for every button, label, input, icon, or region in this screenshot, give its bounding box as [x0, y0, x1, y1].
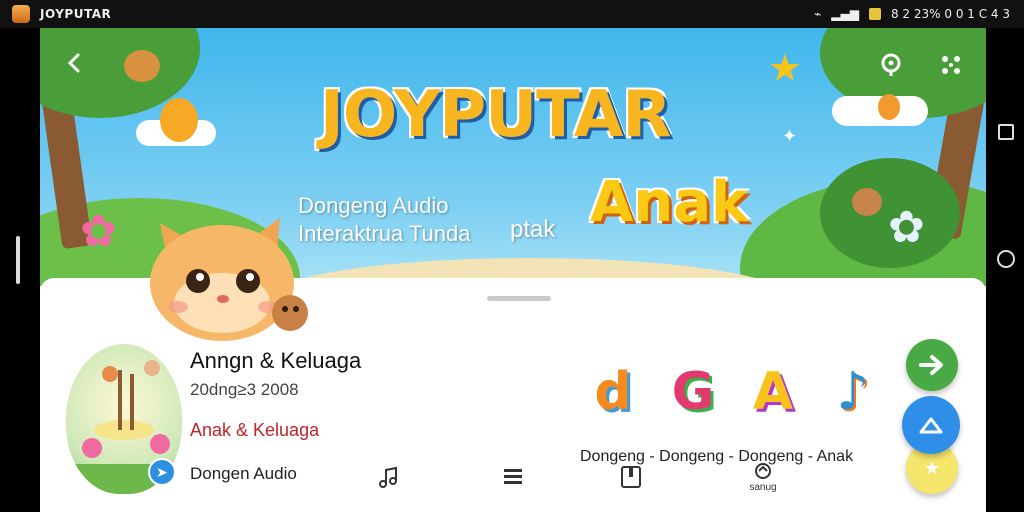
cat-mascot — [150, 218, 308, 341]
expand-fab[interactable] — [902, 396, 960, 454]
bluetooth-icon: ⌁ — [814, 7, 822, 21]
list-button[interactable] — [496, 460, 530, 494]
status-bar: JOYPUTAR ⌁ ▂▄▆ 8 2 23% 0 0 1 C 4 3 — [0, 0, 1024, 28]
play-badge-icon[interactable]: ➤ — [148, 458, 176, 486]
sparkle-icon: ✦ — [782, 126, 798, 146]
category-labels: Dongeng - Dongeng - Dongeng - Anak — [580, 448, 854, 465]
category-tile-1[interactable]: d — [580, 358, 646, 426]
book-icon — [621, 466, 641, 488]
flower-pink-icon: ✿ — [80, 207, 117, 256]
recents-button[interactable] — [998, 124, 1014, 140]
star-icon: ★ — [768, 48, 803, 90]
story-category[interactable]: Anak & Keluaga — [190, 420, 319, 441]
bear-cub-icon — [852, 188, 882, 216]
triangle-up-icon — [919, 417, 943, 434]
next-fab[interactable] — [906, 339, 958, 391]
balloon-icon — [160, 98, 198, 142]
right-nav-rail — [986, 28, 1024, 512]
sheet-drag-handle[interactable] — [487, 296, 551, 301]
flower-white-icon: ✿ — [888, 203, 925, 252]
battery-icon — [868, 8, 881, 20]
chevron-left-icon — [67, 53, 80, 73]
category-tile-2[interactable]: G — [660, 358, 726, 426]
banner-subtitle-line1: Dongeng Audio — [298, 193, 449, 218]
app-logo-icon — [12, 5, 30, 23]
squirrel-icon — [124, 50, 160, 82]
banner-highlight: Anak — [590, 170, 749, 235]
story-type: Dongen Audio — [190, 464, 297, 483]
location-share-button[interactable] — [874, 48, 908, 82]
arrow-right-icon — [919, 355, 943, 375]
back-gesture-pill[interactable] — [16, 236, 20, 284]
music-button[interactable] — [372, 460, 406, 494]
list-icon — [504, 469, 522, 484]
share-button-label: sanug — [749, 481, 777, 493]
status-app-name: JOYPUTAR — [40, 7, 112, 21]
left-nav-rail — [0, 28, 40, 512]
status-readout: 8 2 23% 0 0 1 C 4 3 — [890, 7, 1010, 21]
app-window: ★ ✦ ✿ ✿ JOYPUTAR Dongeng Audio Interaktr… — [40, 28, 986, 512]
banner-subtitle-line2: Interaktrua Tunda — [298, 221, 471, 246]
story-date: 20dng≥3 2008 — [190, 380, 299, 399]
home-button[interactable] — [997, 250, 1015, 268]
star-icon: ★ — [923, 457, 941, 478]
category-tile-3[interactable]: A — [740, 358, 806, 426]
more-options-button[interactable] — [934, 48, 968, 82]
banner-subtitle-line3: ptak — [510, 216, 556, 243]
banner-title: JOYPUTAR — [320, 78, 672, 152]
status-indicators: ⌁ ▂▄▆ 8 2 23% 0 0 1 C 4 3 — [814, 7, 1010, 21]
category-tile-4[interactable]: ♪ — [820, 358, 886, 426]
dots-grid-icon — [942, 56, 960, 74]
device-screen: JOYPUTAR ⌁ ▂▄▆ 8 2 23% 0 0 1 C 4 3 ★ ✦ ✿… — [0, 0, 1024, 512]
location-share-icon — [881, 53, 901, 76]
back-button[interactable] — [58, 46, 92, 80]
signal-icon: ▂▄▆ — [831, 7, 859, 21]
music-note-icon — [379, 466, 397, 488]
fox-icon — [878, 94, 900, 120]
